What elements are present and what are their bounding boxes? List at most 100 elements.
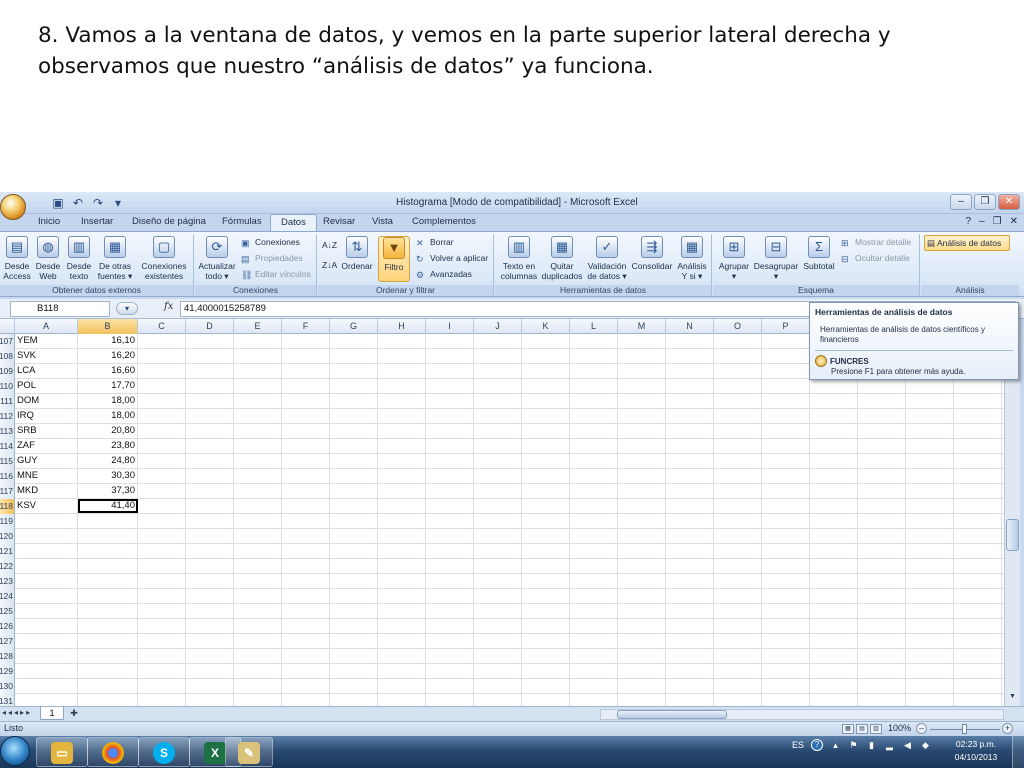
subtotal-button[interactable]: Σ Subtotal — [801, 236, 837, 271]
cell-b[interactable]: 30,30 — [78, 469, 138, 483]
cell-a[interactable]: YEM — [15, 334, 78, 348]
column-header-l[interactable]: L — [570, 319, 618, 334]
row-header[interactable]: 121 — [0, 544, 15, 559]
clock[interactable]: 02:23 p.m. 04/10/2013 — [952, 738, 1000, 764]
column-header-k[interactable]: K — [522, 319, 570, 334]
active-cell[interactable]: 41,40 — [78, 499, 138, 513]
row-header[interactable]: 131 — [0, 694, 15, 706]
cell-a[interactable] — [15, 589, 78, 603]
cell-a[interactable] — [15, 604, 78, 618]
column-header-c[interactable]: C — [138, 319, 186, 334]
sort-desc-icon[interactable]: Z↓A — [322, 260, 337, 270]
cell-a[interactable]: LCA — [15, 364, 78, 378]
qat-dropdown-icon[interactable]: ▾ — [110, 195, 126, 211]
cell-a[interactable] — [15, 664, 78, 678]
clear-filter-button[interactable]: ✕ Borrar — [416, 237, 454, 248]
sort-button[interactable]: ⇅ Ordenar — [340, 236, 374, 271]
hide-detail-button[interactable]: ⊟ Ocultar detalle — [841, 253, 910, 264]
cell-b[interactable] — [78, 649, 138, 663]
cell-b[interactable] — [78, 514, 138, 528]
refresh-all-button[interactable]: ⟳ Actualizar todo ▾ — [197, 236, 237, 281]
cell-b[interactable]: 17,70 — [78, 379, 138, 393]
filter-button[interactable]: ▼ Filtro — [378, 236, 410, 282]
column-header-m[interactable]: M — [618, 319, 666, 334]
advanced-filter-button[interactable]: ⚙ Avanzadas — [416, 269, 472, 280]
column-header-h[interactable]: H — [378, 319, 426, 334]
row-header[interactable]: 113 — [0, 424, 15, 439]
group-button[interactable]: ⊞ Agrupar ▾ — [716, 236, 752, 281]
cell-a[interactable]: DOM — [15, 394, 78, 408]
redo-icon[interactable]: ↷ — [90, 195, 106, 211]
taskbar-chrome[interactable] — [87, 737, 139, 767]
row-header[interactable]: 116 — [0, 469, 15, 484]
close-button[interactable]: ✕ — [998, 194, 1020, 210]
dropbox-icon[interactable]: ◆ — [920, 740, 931, 751]
remove-duplicates-button[interactable]: ▦ Quitar duplicados — [541, 236, 583, 281]
data-analysis-button[interactable]: ▤ Análisis de datos — [924, 235, 1010, 251]
tray-arrow-icon[interactable]: ▴ — [830, 740, 841, 751]
tab-vista[interactable]: Vista — [372, 216, 393, 227]
taskbar-skype[interactable]: S — [138, 737, 190, 767]
row-header[interactable]: 124 — [0, 589, 15, 604]
cell-a[interactable] — [15, 544, 78, 558]
row-header[interactable]: 126 — [0, 619, 15, 634]
data-validation-button[interactable]: ✓ Validación de datos ▾ — [585, 236, 629, 281]
tab-insertar[interactable]: Insertar — [81, 216, 113, 227]
row-header[interactable]: 125 — [0, 604, 15, 619]
cell-b[interactable] — [78, 619, 138, 633]
cell-a[interactable]: SRB — [15, 424, 78, 438]
cell-a[interactable]: MKD — [15, 484, 78, 498]
name-box-dropdown-icon[interactable]: ▾ — [116, 302, 138, 315]
edit-links-button[interactable]: ⛓ Editar vínculos — [241, 269, 311, 280]
zoom-out-icon[interactable]: – — [916, 723, 927, 734]
row-header[interactable]: 114 — [0, 439, 15, 454]
sheet-nav-arrows-icon[interactable]: ◂◂◂▸▸ — [2, 708, 32, 717]
cell-a[interactable] — [15, 529, 78, 543]
cell-a[interactable] — [15, 679, 78, 693]
row-header[interactable]: 110 — [0, 379, 15, 394]
save-icon[interactable]: ▣ — [50, 195, 66, 211]
volume-icon[interactable]: ◀ — [902, 740, 913, 751]
row-header[interactable]: 109 — [0, 364, 15, 379]
cell-b[interactable]: 16,10 — [78, 334, 138, 348]
cell-a[interactable] — [15, 634, 78, 648]
from-web-button[interactable]: ◍ Desde Web — [33, 236, 63, 281]
row-header[interactable]: 128 — [0, 649, 15, 664]
cell-b[interactable] — [78, 634, 138, 648]
cell-a[interactable]: POL — [15, 379, 78, 393]
from-text-button[interactable]: ▥ Desde texto — [64, 236, 94, 281]
select-all-corner[interactable] — [0, 319, 15, 334]
network-icon[interactable]: ▂ — [884, 740, 895, 751]
cell-b[interactable] — [78, 559, 138, 573]
taskbar-paint[interactable]: ✎ — [225, 737, 273, 767]
ribbon-minimize-icon[interactable]: – — [979, 216, 985, 227]
tab-datos[interactable]: Datos — [270, 214, 317, 231]
row-header[interactable]: 111 — [0, 394, 15, 409]
column-header-j[interactable]: J — [474, 319, 522, 334]
sort-asc-icon[interactable]: A↓Z — [322, 240, 337, 250]
ribbon-close-icon[interactable]: ✕ — [1010, 216, 1018, 227]
column-header-e[interactable]: E — [234, 319, 282, 334]
restore-button[interactable]: ❐ — [974, 194, 996, 210]
horizontal-scrollbar[interactable] — [600, 709, 1004, 720]
minimize-button[interactable]: – — [950, 194, 972, 210]
zoom-level[interactable]: 100% — [888, 723, 911, 733]
insert-function-icon[interactable]: fx — [164, 301, 173, 312]
cell-b[interactable]: 24,80 — [78, 454, 138, 468]
column-header-n[interactable]: N — [666, 319, 714, 334]
row-header[interactable]: 112 — [0, 409, 15, 424]
cell-b[interactable] — [78, 574, 138, 588]
cell-b[interactable] — [78, 604, 138, 618]
help-icon[interactable]: ? — [966, 216, 972, 227]
reapply-button[interactable]: ↻ Volver a aplicar — [416, 253, 488, 264]
row-header[interactable]: 127 — [0, 634, 15, 649]
row-header[interactable]: 115 — [0, 454, 15, 469]
cell-b[interactable]: 20,80 — [78, 424, 138, 438]
scroll-down-icon[interactable]: ▼ — [1006, 691, 1019, 703]
column-header-b[interactable]: B — [78, 319, 138, 334]
ribbon-restore-icon[interactable]: ❐ — [993, 216, 1002, 227]
row-header[interactable]: 120 — [0, 529, 15, 544]
start-button[interactable] — [0, 736, 30, 766]
row-header[interactable]: 122 — [0, 559, 15, 574]
cell-a[interactable] — [15, 619, 78, 633]
